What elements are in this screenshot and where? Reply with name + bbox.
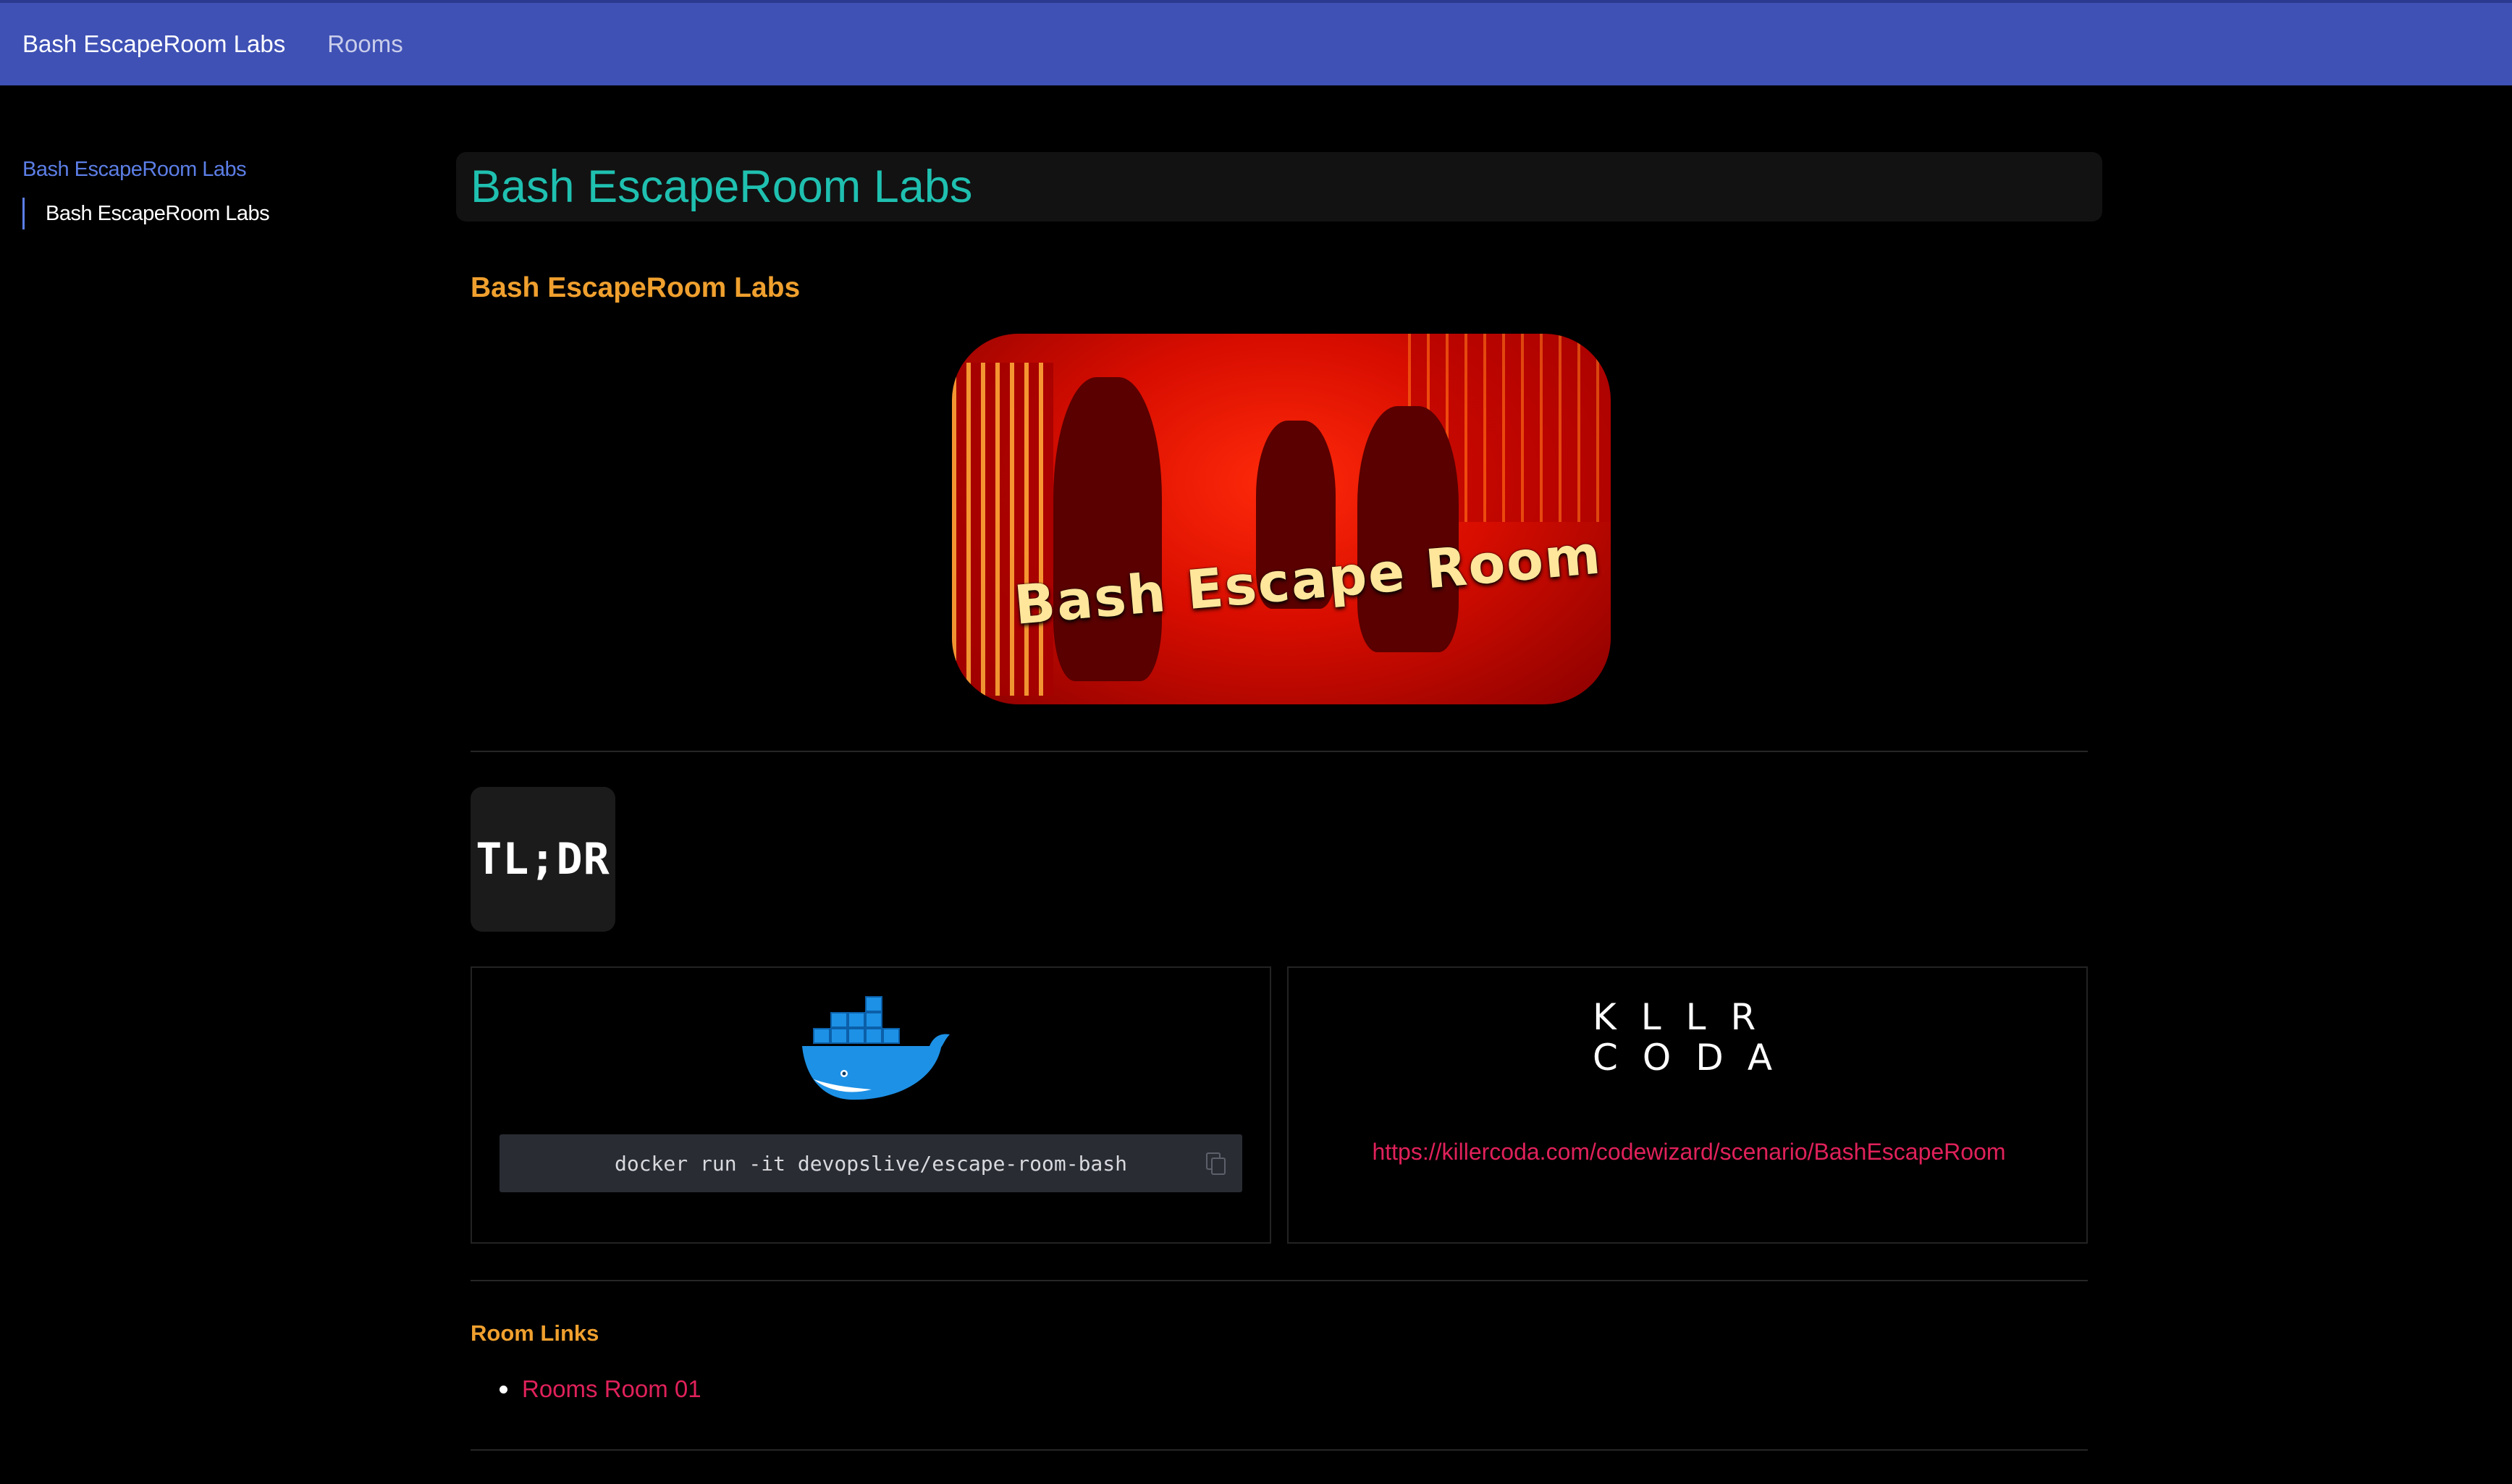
sidebar-section-title[interactable]: Bash EscapeRoom Labs xyxy=(22,158,413,182)
tldr-badge: TL;DR xyxy=(471,787,615,932)
killercoda-logo: KLLR CODA xyxy=(1593,997,1785,1084)
brand-link[interactable]: Bash EscapeRoom Labs xyxy=(22,30,285,58)
escape-room-banner-image: Bash Escape Room xyxy=(952,334,1611,704)
divider xyxy=(471,1449,2088,1451)
killercoda-link[interactable]: https://killercoda.com/codewizard/scenar… xyxy=(1289,1139,2089,1165)
killercoda-logo-row: KLLR xyxy=(1593,996,1781,1038)
banner-figure xyxy=(1053,377,1162,681)
docker-command: docker run -it devopslive/escape-room-ba… xyxy=(614,1151,1127,1176)
main-content: Bash EscapeRoom Labs Bash EscapeRoom Lab… xyxy=(456,152,2102,1451)
bullet-icon xyxy=(500,1385,507,1394)
page-title-box: Bash EscapeRoom Labs xyxy=(456,152,2102,222)
top-navbar: Bash EscapeRoom Labs Rooms xyxy=(0,0,2512,85)
room-link[interactable]: Rooms Room 01 xyxy=(522,1375,701,1403)
room-links-list: Rooms Room 01 xyxy=(500,1375,701,1403)
sidebar: Bash EscapeRoom Labs Bash EscapeRoom Lab… xyxy=(22,158,413,229)
list-item: Rooms Room 01 xyxy=(500,1375,701,1403)
nav-link-rooms[interactable]: Rooms xyxy=(327,30,403,58)
docker-whale-icon xyxy=(802,996,950,1100)
page-title: Bash EscapeRoom Labs xyxy=(471,161,973,212)
banner-figure xyxy=(1357,406,1459,652)
docker-card: docker run -it devopslive/escape-room-ba… xyxy=(471,966,1271,1244)
divider xyxy=(471,751,2088,752)
banner-decoration xyxy=(952,363,1053,696)
sidebar-item: Bash EscapeRoom Labs xyxy=(22,198,413,229)
tldr-badge-text: TL;DR xyxy=(476,834,610,885)
divider xyxy=(471,1280,2088,1281)
copy-icon[interactable] xyxy=(1205,1152,1228,1176)
killercoda-card: KLLR CODA https://killercoda.com/codewiz… xyxy=(1287,966,2088,1244)
sidebar-item-label[interactable]: Bash EscapeRoom Labs xyxy=(46,202,270,226)
killercoda-logo-row: CODA xyxy=(1593,1037,1797,1079)
docker-command-box[interactable]: docker run -it devopslive/escape-room-ba… xyxy=(500,1134,1242,1192)
section-subtitle: Bash EscapeRoom Labs xyxy=(471,272,801,303)
room-links-heading: Room Links xyxy=(471,1320,599,1346)
